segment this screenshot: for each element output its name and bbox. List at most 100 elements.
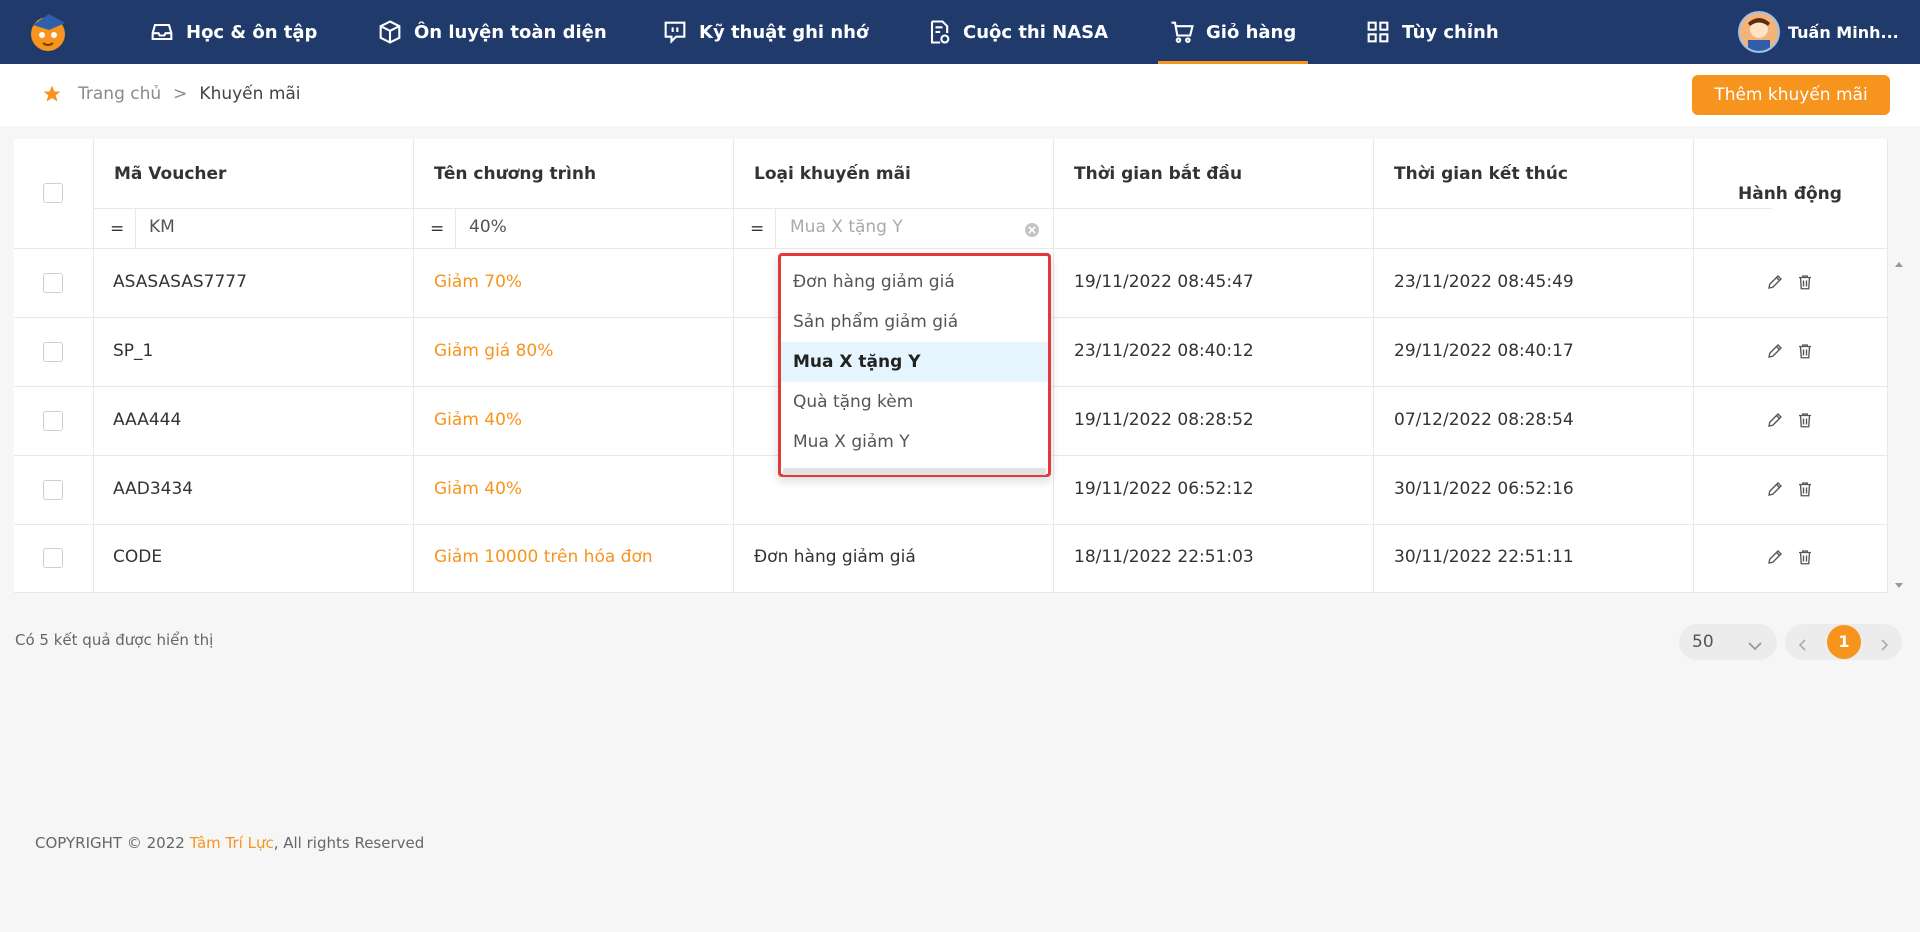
program-name[interactable]: Giảm 70%: [434, 272, 522, 292]
star-icon: [42, 84, 62, 104]
breadcrumb-separator: >: [173, 84, 188, 104]
pagination: 1: [1785, 624, 1902, 660]
dropdown-option-selected[interactable]: Mua X tặng Y: [781, 342, 1048, 382]
copyright-prefix: COPYRIGHT © 2022: [35, 834, 190, 852]
program-name[interactable]: Giảm giá 80%: [434, 341, 553, 361]
end-time: 29/11/2022 08:40:17: [1394, 341, 1574, 361]
nav-cuoc-thi-nasa[interactable]: Cuộc thi NASA: [925, 0, 1108, 64]
chat-bubble-icon: [661, 18, 689, 46]
row-actions: [1766, 342, 1814, 362]
dropdown-scrollbar[interactable]: [783, 468, 1046, 475]
voucher-code: SP_1: [113, 341, 154, 361]
voucher-code: ASASASAS7777: [113, 272, 247, 292]
cube-icon: [376, 18, 404, 46]
nav-hoc-on-tap[interactable]: Học & ôn tập: [148, 0, 317, 64]
program-name[interactable]: Giảm 40%: [434, 479, 522, 499]
nav-ky-thuat-ghi-nho[interactable]: Kỹ thuật ghi nhớ: [661, 0, 868, 64]
filter-type-select[interactable]: Mua X tặng Y: [790, 217, 903, 237]
nav-label: Tùy chỉnh: [1402, 21, 1499, 43]
column-header-voucher[interactable]: Mã Voucher: [114, 164, 226, 184]
voucher-code: AAD3434: [113, 479, 194, 499]
edit-icon[interactable]: [1766, 548, 1784, 568]
grid-icon: [1364, 18, 1392, 46]
end-time: 30/11/2022 22:51:11: [1394, 547, 1574, 567]
breadcrumb-current: Khuyến mãi: [199, 84, 301, 104]
edit-icon[interactable]: [1766, 411, 1784, 431]
nav-label: Cuộc thi NASA: [963, 21, 1109, 43]
trash-icon[interactable]: [1796, 548, 1814, 568]
breadcrumb-home[interactable]: Trang chủ: [78, 84, 161, 104]
dropdown-option[interactable]: Quà tặng kèm: [781, 382, 1048, 422]
end-time: 07/12/2022 08:28:54: [1394, 410, 1574, 430]
page-button-current[interactable]: 1: [1827, 625, 1861, 659]
chevron-left-icon[interactable]: [1798, 636, 1808, 655]
voucher-code: AAA444: [113, 410, 182, 430]
edit-icon[interactable]: [1766, 342, 1784, 362]
dropdown-option[interactable]: Sản phẩm giảm giá: [781, 302, 1048, 342]
avatar: [1738, 11, 1780, 53]
top-nav-bar: Học & ôn tập Ôn luyện toàn diện Kỹ thuật…: [0, 0, 1920, 64]
filter-operator[interactable]: =: [430, 219, 444, 239]
nav-tuy-chinh[interactable]: Tùy chỉnh: [1364, 0, 1499, 64]
row-checkbox[interactable]: [43, 411, 63, 431]
program-name[interactable]: Giảm 10000 trên hóa đơn: [434, 547, 653, 567]
scroll-up-arrow-icon[interactable]: [1893, 254, 1905, 267]
user-name: Tuấn Minh...: [1788, 22, 1899, 42]
nav-label: Giỏ hàng: [1206, 21, 1297, 43]
start-time: 19/11/2022 08:28:52: [1074, 410, 1254, 430]
row-actions: [1766, 548, 1814, 568]
promotion-type: Đơn hàng giảm giá: [754, 547, 916, 567]
scroll-down-arrow-icon[interactable]: [1893, 576, 1905, 588]
dropdown-option[interactable]: Mua X giảm Y: [781, 422, 1048, 462]
start-time: 23/11/2022 08:40:12: [1074, 341, 1254, 361]
edit-icon[interactable]: [1766, 273, 1784, 293]
row-actions: [1766, 480, 1814, 500]
end-time: 23/11/2022 08:45:49: [1394, 272, 1574, 292]
start-time: 19/11/2022 06:52:12: [1074, 479, 1254, 499]
filter-operator[interactable]: =: [110, 219, 124, 239]
dropdown-option[interactable]: Đơn hàng giảm giá: [781, 262, 1048, 302]
page-size-value: 50: [1692, 632, 1714, 652]
chevron-down-icon: [1747, 636, 1763, 656]
row-checkbox[interactable]: [43, 480, 63, 500]
start-time: 18/11/2022 22:51:03: [1074, 547, 1254, 567]
row-checkbox[interactable]: [43, 342, 63, 362]
program-name[interactable]: Giảm 40%: [434, 410, 522, 430]
logo[interactable]: [23, 11, 73, 53]
column-header-program-name[interactable]: Tên chương trình: [434, 164, 596, 184]
add-promotion-button[interactable]: Thêm khuyến mãi: [1692, 75, 1890, 115]
chevron-right-icon[interactable]: [1879, 636, 1889, 655]
user-menu[interactable]: Tuấn Minh...: [1738, 10, 1899, 54]
filter-name-input[interactable]: 40%: [469, 217, 507, 237]
page-size-select[interactable]: 50: [1679, 624, 1777, 660]
start-time: 19/11/2022 08:45:47: [1074, 272, 1254, 292]
document-gear-icon: [925, 18, 953, 46]
brand-link[interactable]: Tâm Trí Lực: [190, 834, 274, 852]
filter-operator[interactable]: =: [750, 219, 764, 239]
row-checkbox[interactable]: [43, 548, 63, 568]
row-checkbox[interactable]: [43, 273, 63, 293]
nav-on-luyen[interactable]: Ôn luyện toàn diện: [376, 0, 607, 64]
nav-label: Kỹ thuật ghi nhớ: [699, 21, 869, 43]
trash-icon[interactable]: [1796, 273, 1814, 293]
trash-icon[interactable]: [1796, 411, 1814, 431]
clear-icon[interactable]: [1024, 222, 1040, 238]
end-time: 30/11/2022 06:52:16: [1394, 479, 1574, 499]
filter-voucher-input[interactable]: KM: [149, 217, 175, 237]
column-header-end-time[interactable]: Thời gian kết thúc: [1394, 164, 1568, 184]
result-count: Có 5 kết quả được hiển thị: [15, 631, 214, 649]
breadcrumb: Trang chủ > Khuyến mãi: [42, 84, 301, 104]
row-actions: [1766, 273, 1814, 293]
column-header-start-time[interactable]: Thời gian bắt đầu: [1074, 164, 1242, 184]
nav-gio-hang[interactable]: Giỏ hàng: [1157, 0, 1309, 64]
cart-icon: [1168, 18, 1196, 46]
trash-icon[interactable]: [1796, 480, 1814, 500]
column-header-actions: Hành động: [1738, 184, 1842, 204]
column-header-promotion-type[interactable]: Loại khuyến mãi: [754, 164, 911, 184]
nav-label: Học & ôn tập: [186, 21, 318, 43]
inbox-icon: [148, 18, 176, 46]
edit-icon[interactable]: [1766, 480, 1784, 500]
select-all-checkbox[interactable]: [43, 183, 63, 203]
copyright-suffix: , All rights Reserved: [273, 834, 425, 852]
trash-icon[interactable]: [1796, 342, 1814, 362]
